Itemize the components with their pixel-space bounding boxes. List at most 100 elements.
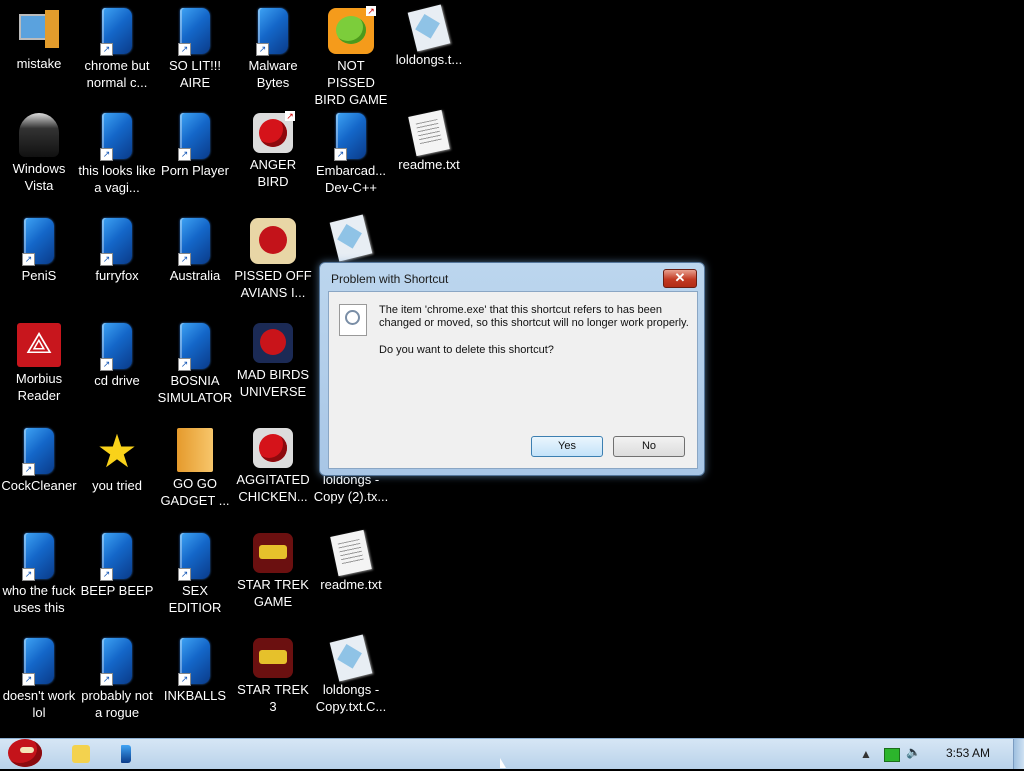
desktop-icon-label: STAR TREK GAME (237, 577, 309, 609)
show-desktop-button[interactable] (1013, 739, 1024, 769)
desktop-icon-label: Morbius Reader (15, 371, 63, 403)
desktop-icon-pissed-off-avians[interactable]: PISSED OFF AVIANS I... (234, 212, 312, 301)
taskbar-app-icon[interactable] (121, 745, 131, 763)
blue-app-icon: ↗ (178, 323, 210, 371)
desktop-icon-label: SO LIT!!! AIRE (168, 58, 221, 90)
notepad-icon (329, 214, 373, 262)
blue-app-icon: ↗ (334, 113, 366, 161)
close-icon: ✕ (674, 270, 686, 285)
blue-app-icon: ↗ (100, 113, 132, 161)
clock[interactable]: 3:53 AM (946, 746, 990, 760)
desktop-icon-mad-birds-universe[interactable]: MAD BIRDS UNIVERSE (234, 317, 312, 400)
dialog-body: The item 'chrome.exe' that this shortcut… (328, 291, 698, 469)
desktop-icon-aggitated-chicken[interactable]: AGGITATED CHICKEN... (234, 422, 312, 505)
desktop-icon-label: readme.txt (320, 577, 382, 592)
desktop-icon-mistake[interactable]: mistake (0, 2, 78, 72)
blue-app-icon: ↗ (22, 533, 54, 581)
explorer-icon[interactable] (72, 745, 90, 763)
desktop-icon-chrome[interactable]: ↗ chrome but normal c... (78, 2, 156, 91)
no-button[interactable]: No (613, 436, 685, 457)
desktop-icon-label: PISSED OFF AVIANS I... (234, 268, 312, 300)
desktop-icon-anger-bird[interactable]: ↗ ANGER BIRD (234, 107, 312, 190)
blue-app-icon: ↗ (178, 533, 210, 581)
blue-app-icon: ↗ (22, 218, 54, 266)
desktop-icon-australia[interactable]: ↗ Australia (156, 212, 234, 284)
desktop-icon-label: furryfox (95, 268, 139, 283)
desktop-icon-notepad-hidden[interactable] (312, 212, 390, 262)
blue-app-icon: ↗ (178, 113, 210, 161)
desktop-icon-label: STAR TREK 3 (237, 682, 309, 714)
desktop-icon-cockcleaner[interactable]: ↗ CockCleaner (0, 422, 78, 494)
close-button[interactable]: ✕ (663, 269, 697, 288)
desktop-icon-sex-editior[interactable]: ↗ SEX EDITIOR (156, 527, 234, 616)
desktop-icon-beep-beep[interactable]: ↗ BEEP BEEP (78, 527, 156, 599)
desktop-icon-loldongs-copy[interactable]: loldongs - Copy.txt.C... (312, 632, 390, 715)
desktop-icon-penis[interactable]: ↗ PeniS (0, 212, 78, 284)
desktop-icon-malware-bytes[interactable]: ↗ Malware Bytes (234, 2, 312, 91)
desktop-icon-cd-drive[interactable]: ↗ cd drive (78, 317, 156, 389)
desktop-icon-label: loldongs - Copy (2).tx... (313, 472, 389, 504)
desktop-icon-label: GO GO GADGET ... (160, 476, 230, 508)
desktop-icon-loldongs[interactable]: loldongs.t... (390, 2, 468, 68)
desktop-icon-readme[interactable]: readme.txt (390, 107, 468, 173)
desktop-icon-label: MAD BIRDS UNIVERSE (236, 367, 310, 399)
volume-icon[interactable]: 🔈 (906, 745, 921, 759)
desktop-icon-label: probably not a rogue (81, 688, 153, 720)
show-hidden-icons-chevron-icon[interactable]: ▲ (860, 747, 872, 761)
network-icon[interactable] (884, 748, 900, 762)
desktop-icon-label: who the fuck uses this (2, 583, 76, 615)
blue-app-icon: ↗ (100, 533, 132, 581)
document-icon (408, 109, 450, 157)
dialog-title: Problem with Shortcut (331, 272, 449, 286)
desktop-icon-you-tried[interactable]: you tried (78, 422, 156, 494)
desktop-icon-who-uses-this[interactable]: ↗ who the fuck uses this (0, 527, 78, 616)
notepad-icon (329, 634, 373, 682)
blue-app-icon: ↗ (178, 638, 210, 686)
desktop-icon-label: loldongs - Copy.txt.C... (315, 682, 387, 714)
star-icon (94, 428, 140, 474)
desktop-icon-label: BEEP BEEP (80, 583, 154, 598)
desktop-icon-label: CockCleaner (1, 478, 77, 493)
desktop-icon-readme-2[interactable]: readme.txt (312, 527, 390, 593)
desktop-icon-star-trek-3[interactable]: STAR TREK 3 (234, 632, 312, 715)
seasons-bird-icon (250, 218, 296, 264)
desktop-icon-embarcadero[interactable]: ↗ Embarcad... Dev-C++ (312, 107, 390, 196)
trash-icon (19, 113, 59, 157)
start-button[interactable] (2, 733, 50, 771)
problem-with-shortcut-dialog: Problem with Shortcut ✕ The item 'chrome… (319, 262, 705, 476)
desktop-icon-not-pissed-bird[interactable]: ↗ NOT PISSED BIRD GAME (312, 2, 390, 108)
desktop-icon-so-lit-aire[interactable]: ↗ SO LIT!!! AIRE (156, 2, 234, 91)
desktop-icon-label: INKBALLS (163, 688, 227, 703)
yes-button[interactable]: Yes (531, 436, 603, 457)
desktop-icon-inkballs[interactable]: ↗ INKBALLS (156, 632, 234, 704)
desktop-icon-label: chrome but normal c... (84, 58, 150, 90)
blue-app-icon: ↗ (22, 638, 54, 686)
desktop-icon-windows-vista[interactable]: Windows Vista (0, 107, 78, 194)
desktop-icon-bosnia-simulator[interactable]: ↗ BOSNIA SIMULATOR (156, 317, 234, 406)
blue-app-icon: ↗ (100, 323, 132, 371)
desktop-icon-label: mistake (16, 56, 62, 71)
desktop-icon-furryfox[interactable]: ↗ furryfox (78, 212, 156, 284)
desktop-icon-porn-player[interactable]: ↗ Porn Player (156, 107, 234, 179)
starwars-bird-icon (253, 638, 293, 678)
desktop-icon-label: ANGER BIRD (249, 157, 297, 189)
blue-app-icon: ↗ (100, 8, 132, 56)
desktop-icon-go-go-gadget[interactable]: GO GO GADGET ... (156, 422, 234, 509)
mouse-cursor-icon (500, 758, 506, 768)
computer-icon (17, 8, 61, 52)
desktop-icon-doesnt-work[interactable]: ↗ doesn't work lol (0, 632, 78, 721)
desktop-icon-label: SEX EDITIOR (168, 583, 222, 615)
desktop-icon-label: Malware Bytes (248, 58, 298, 90)
desktop-icon-morbius-reader[interactable]: Morbius Reader (0, 317, 78, 404)
desktop-icon-this-looks[interactable]: ↗ this looks like a vagi... (78, 107, 156, 196)
desktop-icon-label: doesn't work lol (2, 688, 76, 720)
starwars-bird-icon (253, 533, 293, 573)
desktop-icon-not-a-rogue[interactable]: ↗ probably not a rogue (78, 632, 156, 721)
desktop-icon-label: NOT PISSED BIRD GAME (314, 58, 388, 107)
space-bird-icon (253, 323, 293, 363)
desktop-icon-star-trek-game[interactable]: STAR TREK GAME (234, 527, 312, 610)
blue-app-icon: ↗ (100, 218, 132, 266)
blue-app-icon: ↗ (178, 8, 210, 56)
blue-app-icon: ↗ (256, 8, 288, 56)
desktop-icon-label: AGGITATED CHICKEN... (236, 472, 310, 504)
